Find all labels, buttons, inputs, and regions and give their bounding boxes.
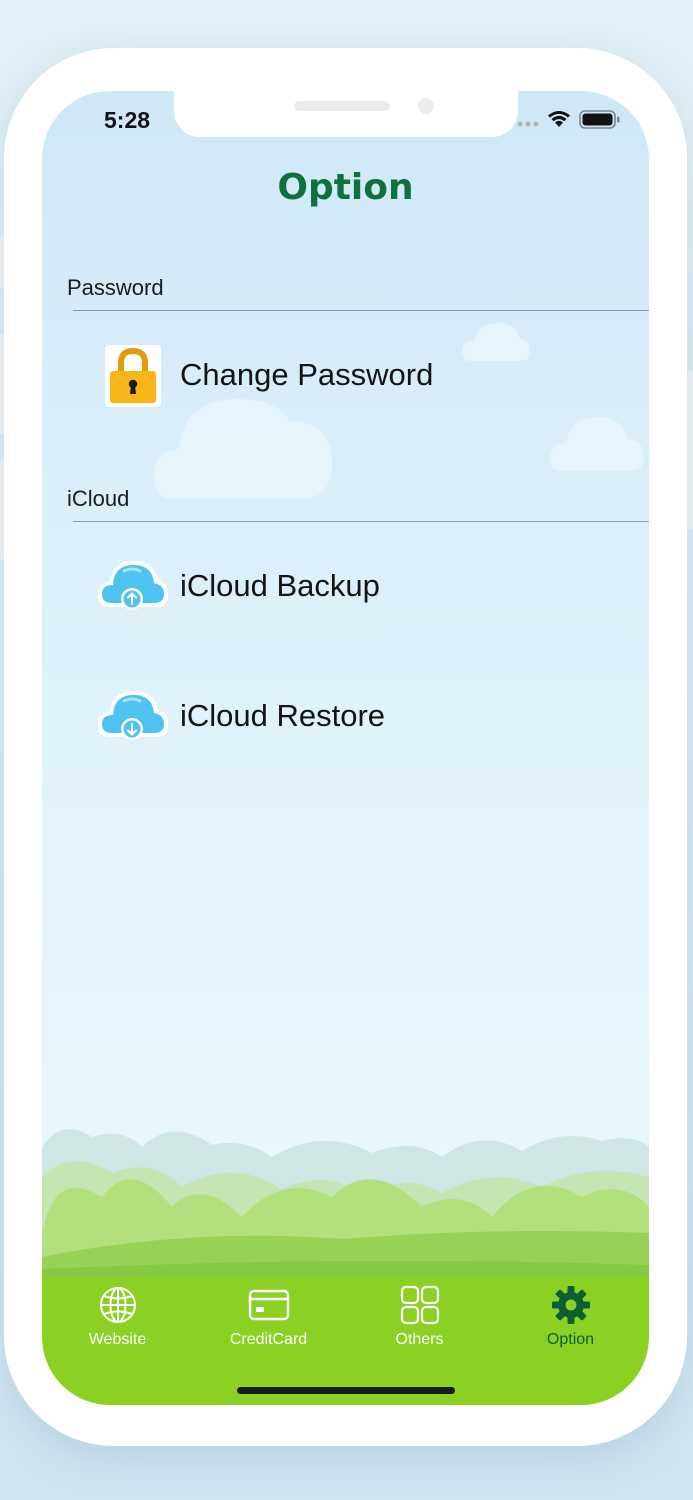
credit-card-icon <box>248 1289 289 1321</box>
change-password-label: Change Password <box>180 357 434 392</box>
tab-others-label: Others <box>395 1331 444 1348</box>
section-divider <box>73 310 649 311</box>
front-camera <box>418 98 434 114</box>
home-indicator <box>237 1387 455 1394</box>
background-cloud <box>550 417 644 471</box>
status-indicators <box>499 109 629 131</box>
globe-icon <box>99 1287 136 1323</box>
icloud-backup-label: iCloud Backup <box>180 568 380 603</box>
section-divider <box>73 521 649 522</box>
icloud-restore-row[interactable]: iCloud Restore <box>98 681 598 751</box>
speaker-grille <box>294 101 390 111</box>
tab-option-label: Option <box>546 1331 595 1348</box>
battery-icon <box>579 110 620 129</box>
page-title: Option <box>277 167 414 208</box>
section-header-password: Password <box>67 275 164 300</box>
signal-dots-icon <box>517 121 539 127</box>
tab-creditcard-label: CreditCard <box>229 1331 308 1348</box>
wifi-icon <box>548 110 570 127</box>
app-screen: 5:28 Option Password Change Password iCl… <box>42 91 649 1405</box>
cloud-download-icon <box>98 681 168 751</box>
status-time: 5:28 <box>104 107 151 133</box>
tab-website[interactable]: Website <box>42 1285 193 1365</box>
device-notch <box>174 91 518 137</box>
tab-creditcard[interactable]: CreditCard <box>193 1285 344 1365</box>
tab-website-label: Website <box>88 1331 147 1348</box>
icloud-backup-row[interactable]: iCloud Backup <box>98 551 598 621</box>
icloud-restore-label: iCloud Restore <box>180 698 386 733</box>
tab-others[interactable]: Others <box>344 1285 495 1365</box>
section-header-icloud: iCloud <box>67 486 130 511</box>
hills-illustration <box>42 1129 649 1277</box>
grid-icon <box>400 1285 439 1325</box>
tab-bar: Website CreditCard Others Option <box>42 1277 649 1405</box>
tab-option[interactable]: Option <box>495 1285 646 1365</box>
gear-icon <box>551 1286 590 1324</box>
lock-icon <box>98 340 168 410</box>
change-password-row[interactable]: Change Password <box>98 340 598 410</box>
cloud-upload-icon <box>98 551 168 621</box>
power-button <box>687 370 693 530</box>
